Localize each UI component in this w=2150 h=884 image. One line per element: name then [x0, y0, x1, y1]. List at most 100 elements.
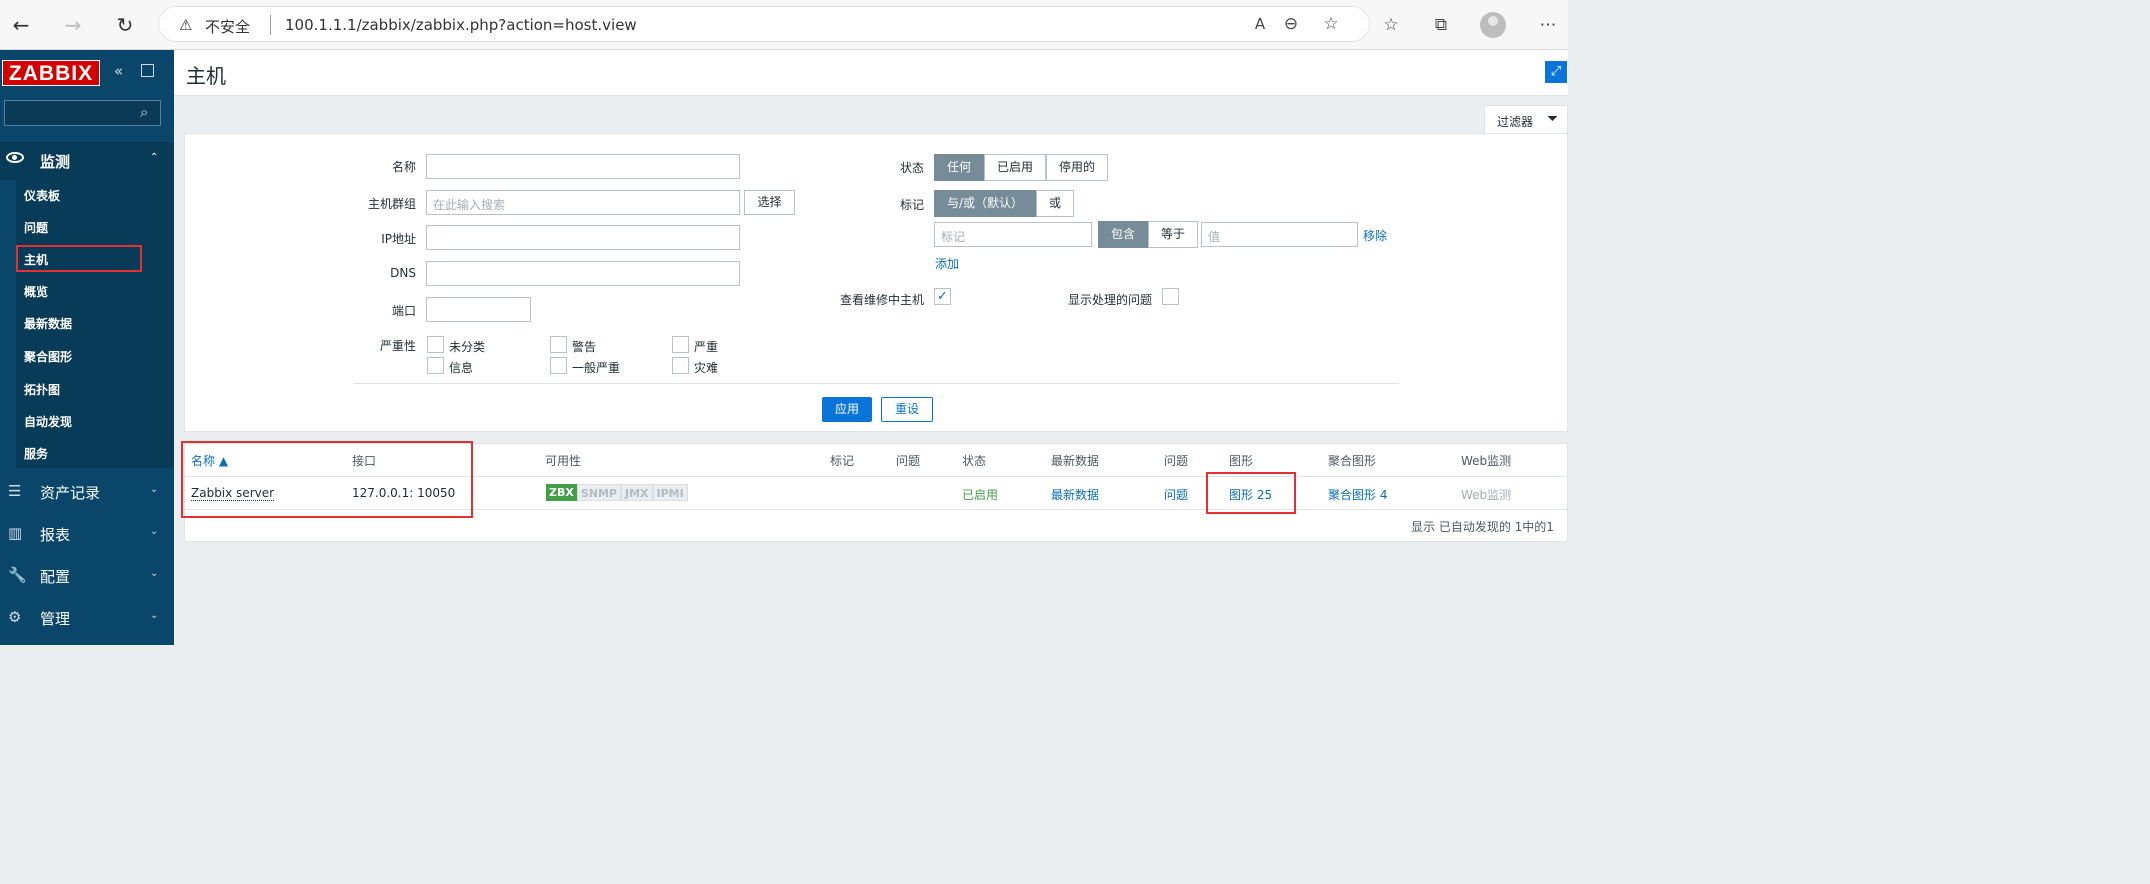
host-status[interactable]: 已启用 — [962, 486, 998, 503]
sidebar-item-latest-data[interactable]: 最新数据 — [24, 308, 72, 340]
url-text[interactable]: 100.1.1.1/zabbix/zabbix.php?action=host.… — [285, 16, 637, 34]
page-title: 主机 — [186, 64, 226, 88]
address-bar[interactable]: ⚠ 不安全 100.1.1.1/zabbix/zabbix.php?action… — [158, 6, 1370, 42]
latest-data-link[interactable]: 最新数据 — [1051, 486, 1099, 503]
sidebar-section-administration[interactable]: ⚙ 管理 ⌄ — [0, 596, 174, 638]
severity-option-label: 严重 — [694, 340, 719, 354]
tag-or-button[interactable]: 或 — [1036, 190, 1075, 217]
highlight-box-graphs — [1206, 472, 1296, 514]
chevron-down-icon: ⌄ — [150, 526, 159, 537]
ip-label: IP地址 — [381, 232, 416, 246]
status-enabled-button[interactable]: 已启用 — [984, 154, 1047, 181]
sidebar-item-screens[interactable]: 聚合图形 — [24, 341, 72, 373]
sidebar-section-inventory[interactable]: ☰ 资产记录 ⌄ — [0, 470, 174, 512]
hostgroup-label: 主机群组 — [367, 197, 416, 211]
zbx-badge[interactable]: ZBX — [546, 484, 577, 501]
port-label: 端口 — [391, 304, 416, 318]
name-input[interactable] — [426, 154, 740, 179]
profile-avatar[interactable] — [1480, 12, 1506, 38]
tag-equals-button[interactable]: 等于 — [1148, 221, 1199, 248]
severity-high-checkbox[interactable] — [672, 336, 689, 353]
column-header-web: Web监测 — [1461, 454, 1512, 468]
add-tag-link[interactable]: 添加 — [935, 255, 959, 272]
zabbix-logo[interactable]: ZABBIX — [2, 60, 100, 86]
status-any-button[interactable]: 任何 — [934, 154, 985, 181]
hostgroup-input[interactable]: 在此输入搜索 — [426, 190, 740, 215]
port-input[interactable] — [426, 297, 531, 322]
table-footer-count: 显示 已自动发现的 1中的1 — [1411, 520, 1554, 534]
sidebar-item-overview[interactable]: 概览 — [24, 276, 48, 308]
severity-average-checkbox[interactable] — [550, 357, 567, 374]
tag-contains-button[interactable]: 包含 — [1098, 221, 1149, 248]
forward-icon[interactable]: → — [58, 10, 88, 40]
sidebar-item-maps[interactable]: 拓扑图 — [24, 374, 60, 406]
zoom-out-icon[interactable]: ⊖ — [1278, 11, 1304, 37]
filter-panel — [184, 133, 1568, 432]
read-aloud-icon[interactable]: A — [1247, 11, 1273, 37]
sidebar-section-label: 配置 — [40, 568, 71, 586]
maintenance-checkbox[interactable]: ✓ — [934, 288, 951, 305]
tag-value-input[interactable]: 值 — [1201, 222, 1358, 247]
tag-operator-toggle: 与/或（默认） 或 — [934, 190, 1075, 217]
add-favorite-icon[interactable]: ☆ — [1318, 11, 1344, 37]
fullscreen-icon[interactable]: ⤢ — [1545, 61, 1567, 83]
status-disabled-button[interactable]: 停用的 — [1046, 154, 1109, 181]
column-header-graphs: 图形 — [1229, 454, 1254, 468]
severity-warning-checkbox[interactable] — [550, 336, 567, 353]
reset-button[interactable]: 重设 — [881, 397, 933, 422]
severity-not-classified-checkbox[interactable] — [427, 336, 444, 353]
sidebar-section-reports[interactable]: ▥ 报表 ⌄ — [0, 512, 174, 554]
sidebar-item-dashboard[interactable]: 仪表板 — [24, 180, 60, 212]
remove-tag-link[interactable]: 移除 — [1363, 227, 1387, 244]
tag-name-input[interactable]: 标记 — [934, 222, 1092, 247]
sidebar-section-configuration[interactable]: 🔧 配置 ⌄ — [0, 554, 174, 596]
sidebar-item-problems[interactable]: 问题 — [24, 212, 48, 244]
more-icon[interactable]: ⋯ — [1535, 12, 1561, 38]
sidebar-item-services[interactable]: 服务 — [24, 438, 48, 470]
list-icon: ☰ — [8, 482, 22, 500]
dns-input[interactable] — [426, 261, 740, 286]
back-icon[interactable]: ← — [6, 10, 36, 40]
status-toggle: 任何 已启用 停用的 — [934, 154, 1109, 181]
highlight-box-host-row — [181, 441, 473, 518]
jmx-badge: JMX — [620, 484, 653, 501]
address-divider — [270, 15, 271, 35]
collapse-sidebar-icon[interactable]: « — [114, 62, 123, 80]
reload-icon[interactable]: ↻ — [110, 10, 140, 40]
column-header-latest-data: 最新数据 — [1051, 454, 1100, 468]
sidebar-search-input[interactable] — [4, 100, 161, 126]
severity-information-checkbox[interactable] — [427, 357, 444, 374]
maintenance-label: 查看维修中主机 — [839, 293, 924, 307]
suppressed-label: 显示处理的问题 — [1067, 293, 1152, 307]
filter-divider — [354, 383, 1399, 384]
collections-icon[interactable]: ⧉ — [1428, 12, 1454, 38]
apply-button[interactable]: 应用 — [822, 397, 872, 422]
severity-option-label: 信息 — [449, 361, 474, 375]
ip-input[interactable] — [426, 225, 740, 250]
availability-badges: ZBX SNMP JMX IPMI — [546, 484, 688, 501]
security-label[interactable]: 不安全 — [205, 16, 250, 37]
sidebar-item-discovery[interactable]: 自动发现 — [24, 406, 72, 438]
eye-icon — [6, 152, 24, 163]
sidebar-section-label: 监测 — [40, 153, 71, 171]
favorites-icon[interactable]: ☆ — [1378, 12, 1404, 38]
problems-link[interactable]: 问题 — [1164, 486, 1188, 503]
search-icon[interactable]: ⌕ — [140, 103, 148, 121]
screens-link[interactable]: 聚合图形 4 — [1328, 486, 1387, 503]
column-header-status[interactable]: 状态 — [962, 452, 986, 469]
sidebar: ZABBIX « ⌕ 监测 ⌃ 仪表板 问题 主机 概览 最新数据 聚合图形 拓… — [0, 50, 174, 645]
sidebar-section-label: 管理 — [40, 610, 71, 628]
undock-icon[interactable] — [141, 64, 154, 77]
tag-and-or-button[interactable]: 与/或（默认） — [934, 190, 1037, 217]
snmp-badge: SNMP — [576, 484, 621, 501]
funnel-icon: ⏷ — [1547, 111, 1559, 127]
severity-option-label: 未分类 — [449, 340, 486, 354]
warning-icon[interactable]: ⚠ — [179, 16, 192, 34]
chevron-down-icon: ⌄ — [150, 610, 159, 621]
suppressed-checkbox[interactable] — [1162, 288, 1179, 305]
sidebar-section-monitoring[interactable]: 监测 ⌃ — [0, 142, 174, 180]
severity-disaster-checkbox[interactable] — [672, 357, 689, 374]
select-button[interactable]: 选择 — [744, 190, 795, 215]
sidebar-section-label: 资产记录 — [40, 484, 101, 502]
filter-tab[interactable]: 过滤器 ⏷ — [1484, 105, 1568, 134]
